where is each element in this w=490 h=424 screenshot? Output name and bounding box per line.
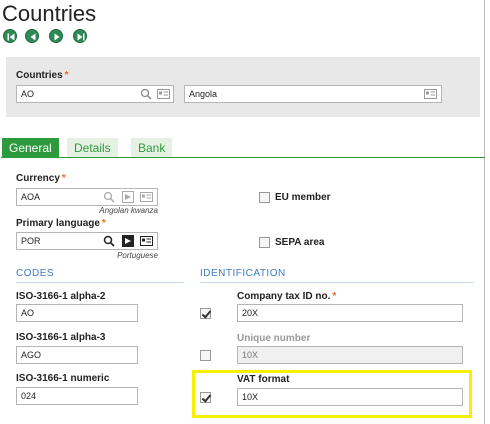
numeric-label: ISO-3166-1 numeric	[16, 373, 110, 384]
detail-card-icon[interactable]	[140, 191, 153, 203]
currency-value: AOA	[21, 192, 41, 202]
sepa-area-label: SEPA area	[275, 237, 325, 248]
country-code-field[interactable]: AO	[16, 85, 174, 103]
primary-language-field[interactable]: POR	[16, 232, 158, 250]
previous-record-icon[interactable]	[25, 29, 39, 43]
primary-language-description: Portuguese	[117, 251, 158, 260]
company-tax-id-checkbox[interactable]	[200, 308, 211, 319]
unique-number-label: Unique number	[237, 333, 311, 344]
last-record-icon[interactable]	[73, 29, 87, 43]
next-record-icon[interactable]	[49, 29, 63, 43]
tab-details[interactable]: Details	[67, 138, 118, 157]
jump-to-icon[interactable]	[122, 235, 134, 247]
search-icon[interactable]	[103, 235, 116, 248]
identification-section-divider	[200, 282, 474, 283]
search-icon[interactable]	[140, 88, 153, 101]
alpha3-label: ISO-3166-1 alpha-3	[16, 332, 106, 343]
identification-section-title: IDENTIFICATION	[200, 268, 286, 279]
unique-number-checkbox[interactable]	[200, 350, 211, 361]
numeric-field[interactable]: 024	[16, 387, 138, 405]
first-record-icon[interactable]	[3, 29, 17, 43]
codes-section-divider	[16, 282, 184, 283]
primary-language-label: Primary language *	[16, 218, 106, 229]
countries-label: Countries *	[16, 70, 69, 81]
alpha3-field[interactable]: AGO	[16, 346, 138, 364]
translation-icon[interactable]	[424, 88, 437, 100]
jump-to-icon[interactable]	[122, 191, 134, 203]
window-border	[484, 0, 485, 424]
vat-format-highlight	[192, 370, 472, 418]
eu-member-label: EU member	[275, 192, 331, 203]
unique-number-field: 10X	[237, 346, 463, 364]
currency-label: Currency *	[16, 173, 66, 184]
country-name-value: Angola	[189, 89, 218, 99]
detail-card-icon[interactable]	[157, 88, 170, 100]
tab-underline	[1, 157, 485, 158]
country-name-field[interactable]: Angola	[184, 85, 442, 103]
tab-bank[interactable]: Bank	[131, 138, 173, 157]
alpha2-label: ISO-3166-1 alpha-2	[16, 291, 106, 302]
alpha2-field[interactable]: AO	[16, 304, 138, 322]
search-icon[interactable]	[103, 191, 116, 204]
tab-general[interactable]: General	[2, 138, 59, 157]
sepa-area-checkbox[interactable]	[259, 237, 270, 248]
primary-language-value: POR	[21, 236, 41, 246]
company-tax-id-label: Company tax ID no. *	[237, 291, 337, 302]
detail-card-icon[interactable]	[140, 235, 153, 247]
country-code-value: AO	[21, 89, 35, 99]
eu-member-checkbox[interactable]	[259, 192, 270, 203]
currency-field[interactable]: AOA	[16, 188, 158, 206]
company-tax-id-field[interactable]: 20X	[237, 304, 463, 322]
page-title: Countries	[2, 1, 97, 26]
currency-description: Angolan kwanza	[99, 206, 158, 215]
codes-section-title: CODES	[16, 268, 55, 279]
